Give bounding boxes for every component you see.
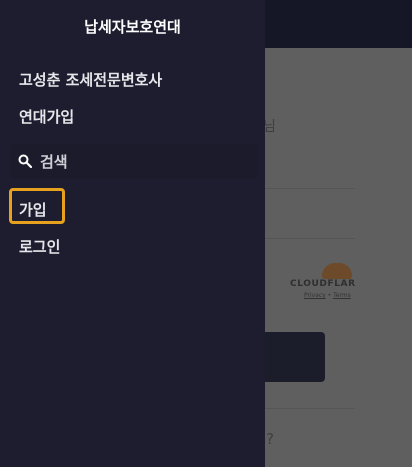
- navigation-drawer: 납세자보호연대 고성춘 조세전문변호사 연대가입 가입 로그인: [0, 0, 265, 467]
- nav-item-login[interactable]: 로그인: [19, 236, 60, 257]
- background-divider: [265, 188, 355, 189]
- cloudflare-privacy-link[interactable]: Privacy: [304, 292, 326, 299]
- nav-item-lawyer[interactable]: 고성춘 조세전문변호사: [19, 69, 162, 90]
- search-box[interactable]: [10, 144, 258, 179]
- search-icon: [18, 154, 32, 168]
- nav-item-join-association[interactable]: 연대가입: [19, 106, 74, 127]
- drawer-title[interactable]: 납세자보호연대: [0, 16, 265, 37]
- search-input[interactable]: [38, 150, 252, 174]
- cloudflare-logo-text: CLOUDFLAR: [290, 279, 356, 289]
- background-divider: [265, 408, 355, 409]
- background-text-fragment: ?: [266, 430, 274, 448]
- cloudflare-terms-link[interactable]: Terms: [333, 292, 351, 299]
- background-divider: [265, 238, 355, 239]
- cloudflare-links: Privacy • Terms: [304, 292, 351, 299]
- cloudflare-widget: CLOUDFLAR Privacy • Terms: [284, 259, 364, 307]
- background-button: [262, 332, 325, 382]
- cloudflare-cloud-icon: [322, 263, 352, 279]
- page-content-overlay: [265, 48, 412, 467]
- nav-item-signup[interactable]: 가입: [19, 199, 47, 220]
